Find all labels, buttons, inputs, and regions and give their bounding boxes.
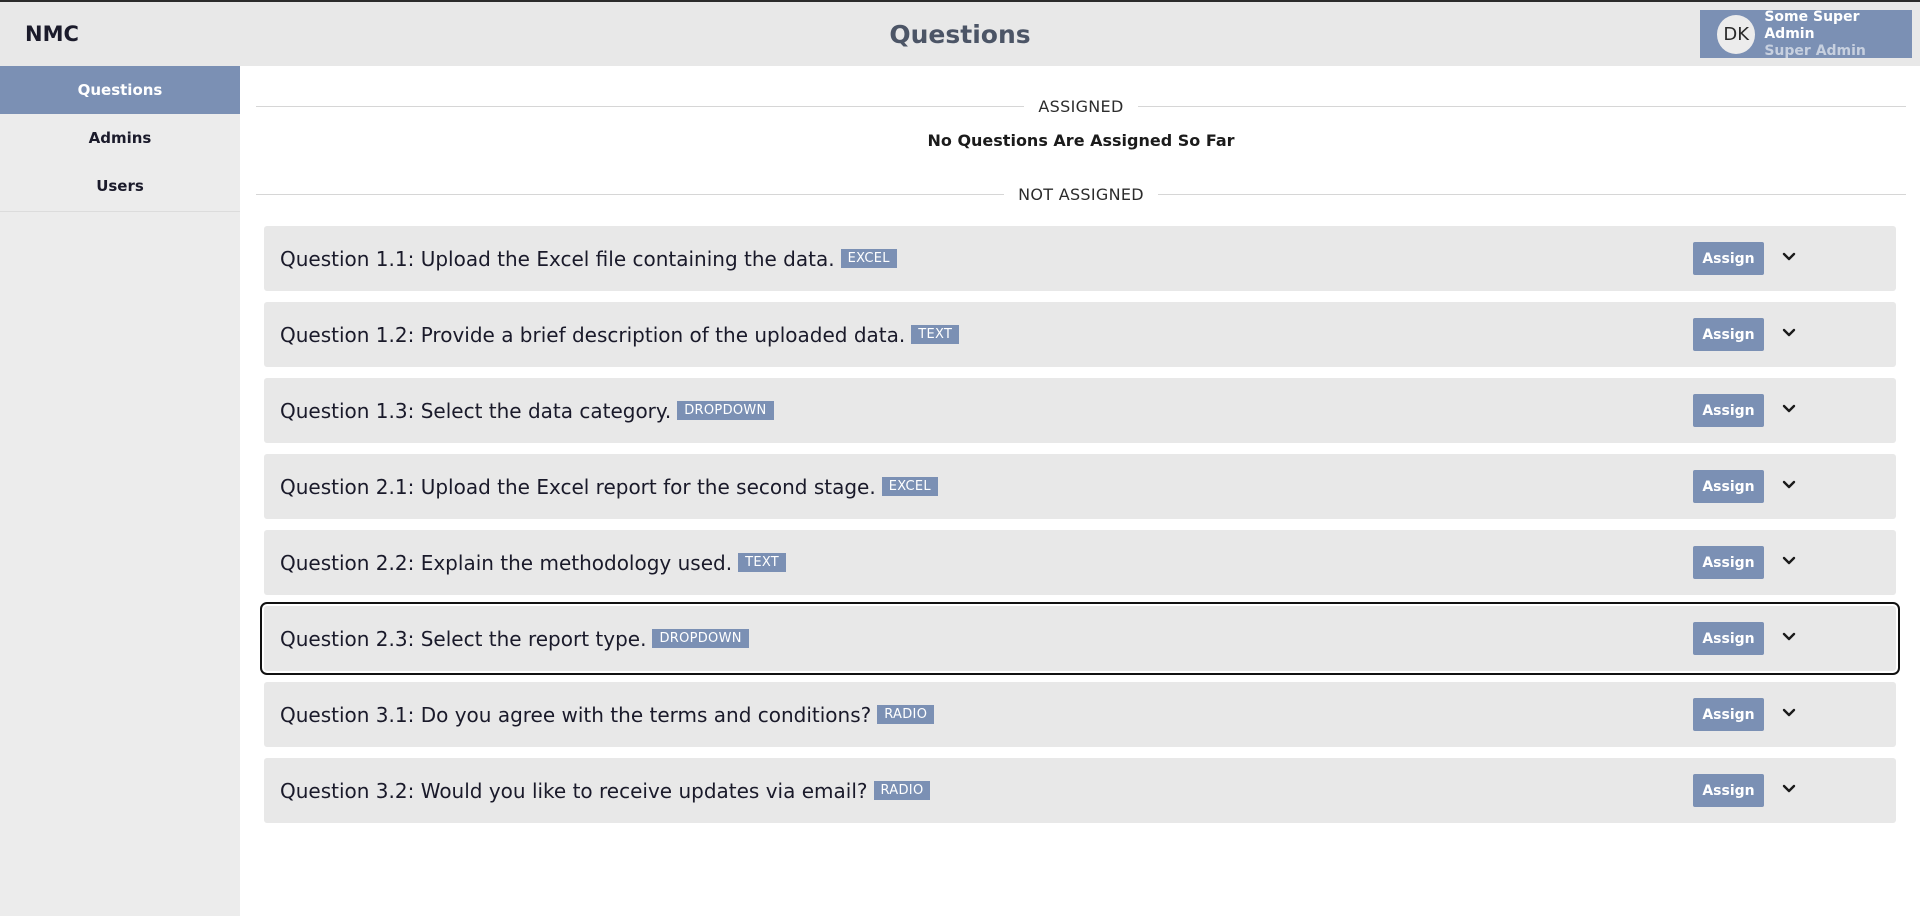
assign-button[interactable]: Assign xyxy=(1693,698,1764,731)
sidebar-item-admins[interactable]: Admins xyxy=(0,114,240,162)
chevron-down-icon[interactable] xyxy=(1778,702,1800,724)
chevron-down-icon[interactable] xyxy=(1778,626,1800,648)
chevron-down-icon[interactable] xyxy=(1778,778,1800,800)
question-type-badge: DROPDOWN xyxy=(652,629,749,648)
question-card[interactable]: Question 2.3: Select the report type. DR… xyxy=(260,602,1900,675)
chevron-down-icon[interactable] xyxy=(1778,550,1800,572)
chevron-down-icon[interactable] xyxy=(1778,398,1800,420)
chevron-down-icon[interactable] xyxy=(1778,246,1800,268)
main-content: ASSIGNED No Questions Are Assigned So Fa… xyxy=(240,66,1920,916)
question-type-badge: EXCEL xyxy=(881,477,938,496)
question-title: Question 1.2: Provide a brief descriptio… xyxy=(280,322,906,347)
assign-button[interactable]: Assign xyxy=(1693,394,1764,427)
question-title: Question 3.1: Do you agree with the term… xyxy=(280,702,872,727)
question-card[interactable]: Question 1.3: Select the data category. … xyxy=(264,378,1896,443)
sidebar-divider xyxy=(0,211,240,212)
user-role: Super Admin xyxy=(1764,42,1866,59)
question-type-badge: DROPDOWN xyxy=(677,401,774,420)
assigned-divider: ASSIGNED xyxy=(256,96,1906,116)
question-card[interactable]: Question 1.1: Upload the Excel file cont… xyxy=(264,226,1896,291)
question-title: Question 2.2: Explain the methodology us… xyxy=(280,550,733,575)
question-title: Question 3.2: Would you like to receive … xyxy=(280,778,868,803)
question-type-badge: RADIO xyxy=(873,781,931,800)
sidebar-item-questions[interactable]: Questions xyxy=(0,66,240,114)
sidebar-item-users[interactable]: Users xyxy=(0,162,240,210)
app-header: NMC Questions DK Some Super Admin Super … xyxy=(0,2,1920,66)
question-type-badge: RADIO xyxy=(877,705,935,724)
question-title: Question 2.1: Upload the Excel report fo… xyxy=(280,474,876,499)
question-card[interactable]: Question 3.2: Would you like to receive … xyxy=(264,758,1896,823)
not-assigned-divider: NOT ASSIGNED xyxy=(256,184,1907,204)
question-title: Question 1.1: Upload the Excel file cont… xyxy=(280,246,835,271)
assign-button[interactable]: Assign xyxy=(1693,470,1764,503)
question-title: Question 2.3: Select the report type. xyxy=(280,626,647,651)
question-card[interactable]: Question 1.2: Provide a brief descriptio… xyxy=(264,302,1896,367)
chevron-down-icon[interactable] xyxy=(1778,474,1800,496)
assigned-heading: ASSIGNED xyxy=(1038,96,1124,116)
assign-button[interactable]: Assign xyxy=(1693,242,1764,275)
question-card[interactable]: Question 2.2: Explain the methodology us… xyxy=(264,530,1896,595)
sidebar: Questions Admins Users xyxy=(0,66,240,916)
question-type-badge: TEXT xyxy=(738,553,787,572)
question-card[interactable]: Question 2.1: Upload the Excel report fo… xyxy=(264,454,1896,519)
chevron-down-icon[interactable] xyxy=(1778,322,1800,344)
question-type-badge: EXCEL xyxy=(840,249,897,268)
page-title: Questions xyxy=(889,20,1031,49)
question-title: Question 1.3: Select the data category. xyxy=(280,398,672,423)
avatar: DK xyxy=(1717,14,1756,54)
question-card[interactable]: Question 3.1: Do you agree with the term… xyxy=(264,682,1896,747)
assign-button[interactable]: Assign xyxy=(1693,622,1764,655)
assign-button[interactable]: Assign xyxy=(1693,546,1764,579)
user-info: Some Super Admin Super Admin xyxy=(1764,9,1912,60)
not-assigned-heading: NOT ASSIGNED xyxy=(1018,184,1144,204)
assigned-empty-message: No Questions Are Assigned So Far xyxy=(927,131,1235,150)
question-list: Question 1.1: Upload the Excel file cont… xyxy=(260,226,1900,834)
assign-button[interactable]: Assign xyxy=(1693,774,1764,807)
user-name: Some Super Admin xyxy=(1764,8,1860,42)
user-menu[interactable]: DK Some Super Admin Super Admin xyxy=(1700,9,1912,60)
question-type-badge: TEXT xyxy=(911,325,960,344)
assign-button[interactable]: Assign xyxy=(1693,318,1764,351)
